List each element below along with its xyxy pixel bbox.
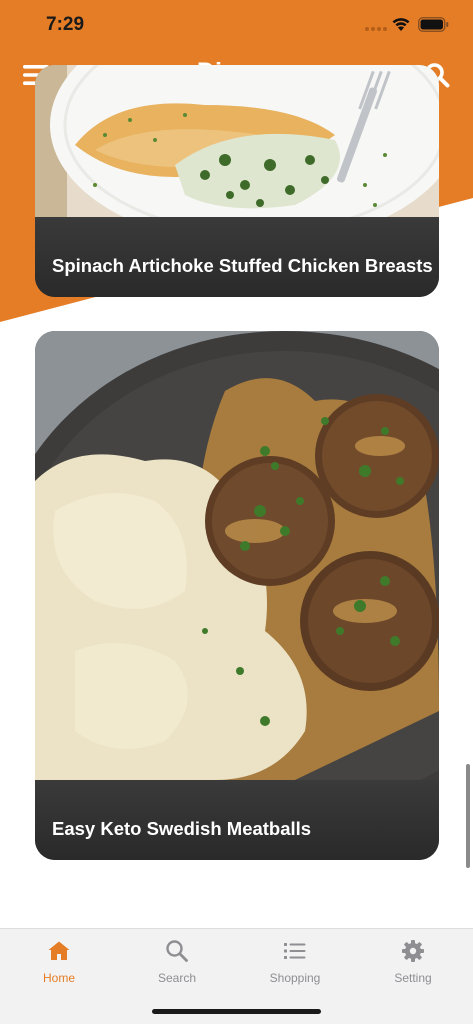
card-caption: Spinach Artichoke Stuffed Chicken Breast… xyxy=(35,217,439,297)
app-screen: 7:29 Dinner xyxy=(0,0,473,1024)
meatballs-mashed-potatoes-photo xyxy=(35,331,439,780)
tab-shopping[interactable]: Shopping xyxy=(236,939,354,989)
wifi-icon xyxy=(392,18,410,31)
signal-dots-icon xyxy=(365,27,387,31)
recipe-card[interactable]: Spinach Artichoke Stuffed Chicken Breast… xyxy=(35,65,439,297)
tab-label: Home xyxy=(42,971,75,985)
search-icon xyxy=(166,940,188,962)
stuffed-chicken-photo xyxy=(35,65,439,217)
status-time: 7:29 xyxy=(46,14,85,35)
list-icon xyxy=(284,943,306,959)
recipe-card[interactable]: Easy Keto Swedish Meatballs xyxy=(35,331,439,860)
card-caption: Easy Keto Swedish Meatballs xyxy=(35,780,439,860)
status-bar: 7:29 xyxy=(0,0,473,50)
recipe-title: Spinach Artichoke Stuffed Chicken Breast… xyxy=(52,255,433,276)
tab-label: Search xyxy=(157,971,197,985)
home-indicator[interactable] xyxy=(152,1009,321,1014)
tab-setting[interactable]: Setting xyxy=(354,939,472,989)
recipe-title: Easy Keto Swedish Meatballs xyxy=(52,818,312,839)
home-icon xyxy=(48,941,70,960)
tab-home[interactable]: Home xyxy=(0,939,118,989)
tab-search[interactable]: Search xyxy=(118,939,236,989)
tab-label: Shopping xyxy=(269,971,321,985)
battery-icon xyxy=(418,17,449,32)
gear-icon xyxy=(402,940,424,962)
tab-label: Setting xyxy=(394,971,432,985)
scroll-indicator[interactable] xyxy=(466,764,470,868)
